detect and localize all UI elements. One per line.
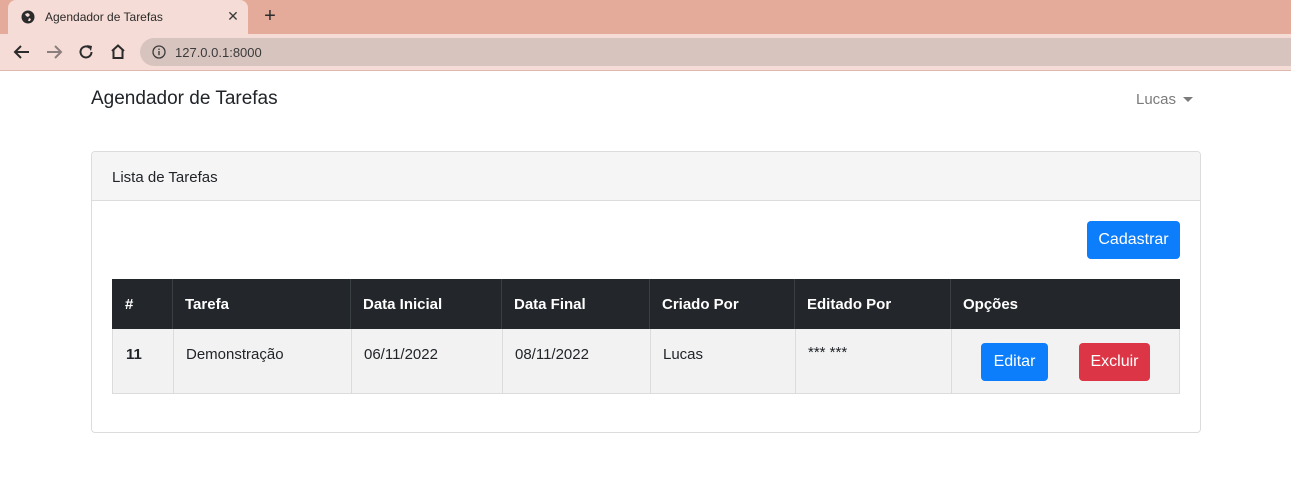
row-editado-por: *** *** (808, 344, 848, 361)
user-dropdown[interactable]: Lucas (1136, 91, 1194, 108)
browser-tabstrip: Agendador de Tarefas ✕ + (0, 0, 1291, 34)
table-header: # Tarefa Data Inicial Data Final Criado … (112, 279, 1180, 329)
browser-toolbar: 127.0.0.1:8000 (0, 34, 1291, 71)
table-row: 11 Demonstração 06/11/2022 08/11/2022 Lu… (112, 329, 1180, 394)
tasks-card: Lista de Tarefas Cadastrar # Tarefa Data… (91, 151, 1201, 433)
user-name: Lucas (1136, 91, 1177, 108)
tab-close-icon[interactable]: ✕ (224, 7, 242, 25)
row-data-final: 08/11/2022 (515, 346, 589, 363)
header-criado-por: Criado Por (662, 296, 739, 313)
delete-button[interactable]: Excluir (1079, 343, 1150, 381)
header-editado-por: Editado Por (807, 296, 892, 313)
edit-button[interactable]: Editar (981, 343, 1048, 381)
home-icon[interactable] (106, 40, 130, 64)
row-data-inicial: 06/11/2022 (364, 346, 438, 363)
row-criado-por: Lucas (663, 346, 704, 363)
url-text: 127.0.0.1:8000 (175, 45, 262, 60)
header-data-inicial: Data Inicial (363, 296, 443, 313)
header-opcoes: Opções (963, 296, 1019, 313)
register-button[interactable]: Cadastrar (1087, 221, 1180, 259)
caret-down-icon (1183, 97, 1194, 102)
header-data-final: Data Final (514, 296, 586, 313)
globe-icon (21, 10, 35, 24)
row-tarefa: Demonstração (186, 346, 284, 363)
address-bar[interactable]: 127.0.0.1:8000 (140, 38, 1291, 66)
forward-icon[interactable] (42, 40, 66, 64)
browser-tab[interactable]: Agendador de Tarefas ✕ (8, 0, 248, 34)
header-id: # (125, 296, 134, 313)
back-icon[interactable] (10, 40, 34, 64)
row-id: 11 (126, 346, 142, 363)
tab-title: Agendador de Tarefas (45, 10, 163, 24)
reload-icon[interactable] (74, 40, 98, 64)
info-icon[interactable] (152, 45, 166, 59)
navbar-brand[interactable]: Agendador de Tarefas (91, 88, 278, 110)
new-tab-button[interactable]: + (259, 5, 281, 27)
header-tarefa: Tarefa (185, 296, 229, 313)
card-header: Lista de Tarefas (92, 152, 1200, 201)
card-title: Lista de Tarefas (112, 169, 218, 186)
